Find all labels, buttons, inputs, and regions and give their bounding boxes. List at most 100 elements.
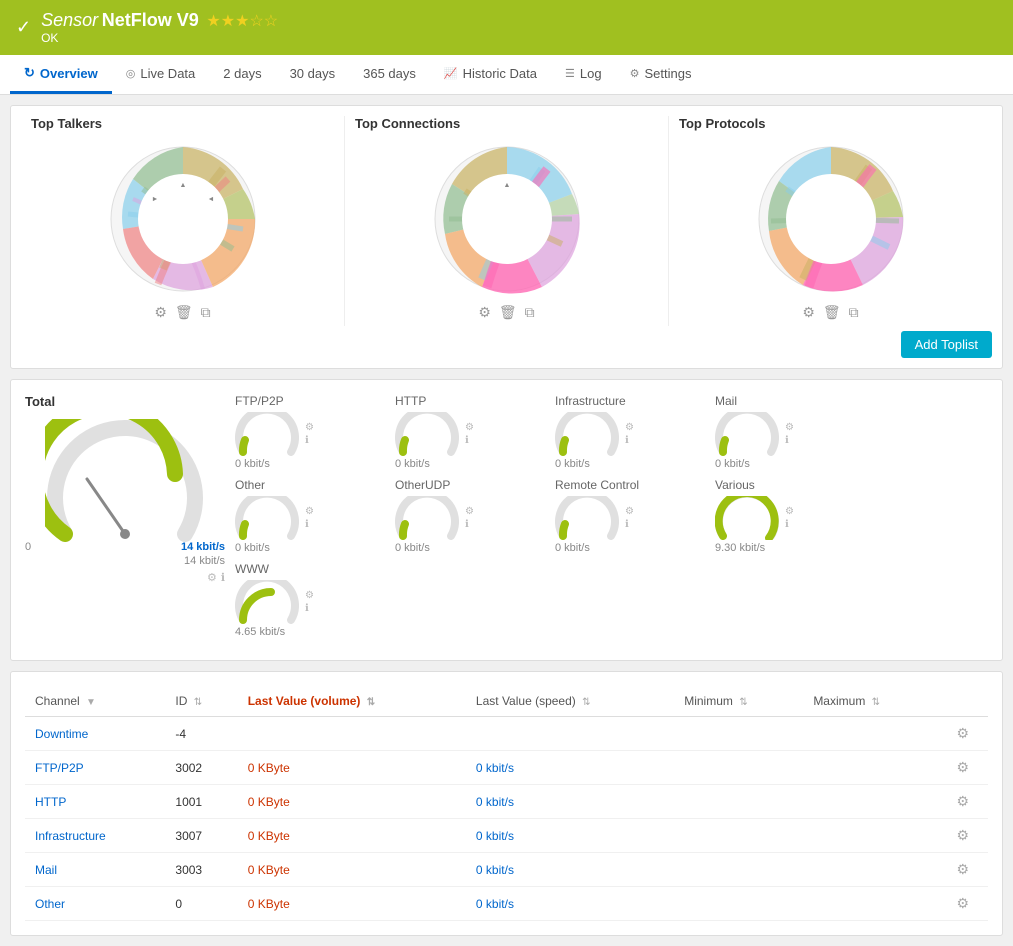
col-id[interactable]: ID ⇅ — [165, 686, 237, 717]
gauge-ftpp2p-value: 0 kbit/s — [235, 458, 385, 470]
gauge-ftpp2p-title: FTP/P2P — [235, 394, 385, 408]
table-row: Mail 3003 0 KByte 0 kbit/s ⚙ — [25, 853, 988, 887]
gauge-info-mail[interactable]: ℹ — [785, 435, 794, 446]
gauge-total-title: Total — [25, 394, 225, 409]
gauge-other: Other ⚙ ℹ 0 kbit/s — [235, 478, 385, 554]
cell-volume-1: 0 KByte — [238, 751, 466, 785]
table-row: Other 0 0 KByte 0 kbit/s ⚙ — [25, 887, 988, 921]
row-gear-icon-0[interactable]: ⚙ — [957, 725, 970, 741]
gauge-info-icon[interactable]: ℹ — [221, 571, 225, 584]
external-link-icon[interactable]: ⧉ — [201, 304, 211, 321]
cell-min-5 — [674, 887, 803, 921]
row-gear-icon-3[interactable]: ⚙ — [957, 827, 970, 843]
cell-channel-2: HTTP — [25, 785, 165, 819]
gauge-info-otherudp[interactable]: ℹ — [465, 519, 474, 530]
gauge-info-remote[interactable]: ℹ — [625, 519, 634, 530]
col-maximum[interactable]: Maximum ⇅ — [803, 686, 937, 717]
row-gear-icon-4[interactable]: ⚙ — [957, 861, 970, 877]
gauge-info-www[interactable]: ℹ — [305, 603, 314, 614]
tab-2days[interactable]: 2 days — [209, 56, 275, 94]
gauge-infra-value: 0 kbit/s — [555, 458, 705, 470]
cell-min-1 — [674, 751, 803, 785]
delete-icon-3[interactable]: 🗑 — [823, 304, 841, 321]
toplist-footer: Add Toplist — [21, 326, 992, 358]
delete-icon-2[interactable]: 🗑 — [499, 304, 517, 321]
col-last-volume[interactable]: Last Value (volume) ⇅ — [238, 686, 466, 717]
cell-gear-1: ⚙ — [938, 751, 988, 785]
gauge-settings-otherudp[interactable]: ⚙ — [465, 506, 474, 517]
gauge-remote-value: 0 kbit/s — [555, 542, 705, 554]
gauge-settings-icon[interactable]: ⚙ — [207, 571, 217, 584]
pin-icon[interactable]: ⚙ — [154, 304, 167, 321]
toplist-talkers-actions: ⚙ 🗑 ⧉ — [31, 299, 334, 321]
gauge-settings-various[interactable]: ⚙ — [785, 506, 794, 517]
gauge-info-various[interactable]: ℹ — [785, 519, 794, 530]
toplist-protocols-actions: ⚙ 🗑 ⧉ — [679, 299, 982, 321]
gauge-settings-remote[interactable]: ⚙ — [625, 506, 634, 517]
external-link-icon-2[interactable]: ⧉ — [525, 304, 535, 321]
tab-overview[interactable]: ↻ Overview — [10, 55, 112, 94]
channel-link-5[interactable]: Other — [35, 897, 65, 911]
gauge-settings-www[interactable]: ⚙ — [305, 590, 314, 601]
row-gear-icon-2[interactable]: ⚙ — [957, 793, 970, 809]
gauge-otherudp-chart — [395, 496, 459, 540]
pin-icon-3[interactable]: ⚙ — [802, 304, 815, 321]
gauge-info-sm[interactable]: ℹ — [305, 435, 314, 446]
row-gear-icon-1[interactable]: ⚙ — [957, 759, 970, 775]
gauge-settings-infra[interactable]: ⚙ — [625, 422, 634, 433]
cell-min-3 — [674, 819, 803, 853]
toplist-connections-title: Top Connections — [355, 116, 658, 131]
external-link-icon-3[interactable]: ⧉ — [849, 304, 859, 321]
tab-settings[interactable]: ⚙ Settings — [616, 56, 706, 94]
tab-log[interactable]: ☰ Log — [551, 56, 616, 94]
gauge-mail-title: Mail — [715, 394, 865, 408]
toplist-protocols-title: Top Protocols — [679, 116, 982, 131]
tab-historic-data[interactable]: 📈 Historic Data — [430, 56, 551, 94]
col-minimum[interactable]: Minimum ⇅ — [674, 686, 803, 717]
tab-30days[interactable]: 30 days — [276, 56, 350, 94]
cell-channel-0: Downtime — [25, 717, 165, 751]
channel-link-1[interactable]: FTP/P2P — [35, 761, 84, 775]
toplist-talkers-chart: ▲ ◄ ► — [103, 139, 263, 299]
main-content: Top Talkers — [0, 95, 1013, 946]
gauge-settings-http[interactable]: ⚙ — [465, 422, 474, 433]
gauge-other-title: Other — [235, 478, 385, 492]
gauge-settings-mail[interactable]: ⚙ — [785, 422, 794, 433]
col-last-speed[interactable]: Last Value (speed) ⇅ — [466, 686, 674, 717]
channel-link-0[interactable]: Downtime — [35, 727, 88, 741]
channel-link-4[interactable]: Mail — [35, 863, 57, 877]
gauge-settings-sm[interactable]: ⚙ — [305, 422, 314, 433]
table-section: Channel ▼ ID ⇅ Last Value (volume) ⇅ Las… — [10, 671, 1003, 936]
cell-id-4: 3003 — [165, 853, 237, 887]
channel-link-2[interactable]: HTTP — [35, 795, 66, 809]
cell-speed-3: 0 kbit/s — [466, 819, 674, 853]
gauge-otherudp: OtherUDP ⚙ ℹ 0 kbit/s — [395, 478, 545, 554]
gauge-www-value: 4.65 kbit/s — [235, 626, 385, 638]
cell-channel-1: FTP/P2P — [25, 751, 165, 785]
channel-link-3[interactable]: Infrastructure — [35, 829, 106, 843]
gauge-info-other[interactable]: ℹ — [305, 519, 314, 530]
add-toplist-button[interactable]: Add Toplist — [901, 331, 992, 358]
tab-365days[interactable]: 365 days — [349, 56, 430, 94]
gauge-settings-other[interactable]: ⚙ — [305, 506, 314, 517]
col-channel[interactable]: Channel ▼ — [25, 686, 165, 717]
cell-volume-2: 0 KByte — [238, 785, 466, 819]
gauge-other-value: 0 kbit/s — [235, 542, 385, 554]
gauge-http-title: HTTP — [395, 394, 545, 408]
cell-min-0 — [674, 717, 803, 751]
cell-max-5 — [803, 887, 937, 921]
table-header-row: Channel ▼ ID ⇅ Last Value (volume) ⇅ Las… — [25, 686, 988, 717]
gauge-various-title: Various — [715, 478, 865, 492]
pin-icon-2[interactable]: ⚙ — [478, 304, 491, 321]
row-gear-icon-5[interactable]: ⚙ — [957, 895, 970, 911]
gauge-info-infra[interactable]: ℹ — [625, 435, 634, 446]
gauge-mail-chart — [715, 412, 779, 456]
gauge-info-http[interactable]: ℹ — [465, 435, 474, 446]
header: ✓ Sensor NetFlow V9 ★★★☆☆ OK — [0, 0, 1013, 55]
tab-live-data[interactable]: ◎ Live Data — [112, 56, 210, 94]
status-check-icon: ✓ — [16, 17, 31, 38]
toplist-talkers: Top Talkers — [21, 116, 345, 326]
delete-icon[interactable]: 🗑 — [175, 304, 193, 321]
cell-channel-5: Other — [25, 887, 165, 921]
sort-min-icon: ⇅ — [739, 697, 747, 708]
